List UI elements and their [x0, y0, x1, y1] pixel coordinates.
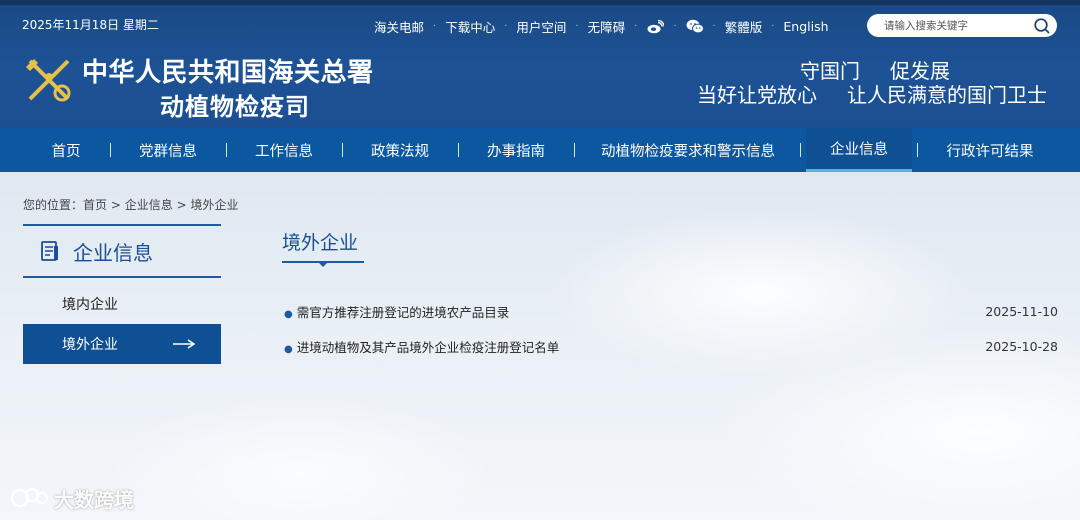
accessibility-link[interactable]: 无障碍: [588, 17, 626, 36]
nav-item-party[interactable]: 党群信息: [130, 128, 206, 172]
weibo-icon[interactable]: [646, 19, 664, 35]
breadcrumb-home[interactable]: 首页: [83, 198, 107, 212]
site-header: 2025年11月18日 星期二 海关电邮 · 下载中心 · 用户空间 · 无障碍…: [0, 0, 1080, 128]
nav-item-guide[interactable]: 办事指南: [478, 128, 554, 172]
breadcrumb-enterprise[interactable]: 企业信息: [125, 198, 173, 212]
nav-item-home[interactable]: 首页: [36, 128, 96, 172]
top-links: 海关电邮 · 下载中心 · 用户空间 · 无障碍 · · · 繁體版 · Eng…: [374, 17, 829, 36]
org-name-line2: 动植物检疫司: [160, 92, 310, 121]
sidebar-item-domestic[interactable]: 境内企业: [23, 284, 221, 324]
org-name-line1: 中华人民共和国海关总署: [82, 58, 374, 88]
search-icon[interactable]: [1033, 17, 1051, 35]
arrow-right-icon: [173, 339, 195, 349]
customs-emblem-icon: [26, 59, 71, 102]
page-title: 境外企业: [282, 232, 359, 254]
search-box: [867, 14, 1057, 37]
sidebar-title: 企业信息: [73, 240, 153, 265]
article-title[interactable]: 进境动植物及其产品境外企业检疫注册登记名单: [297, 340, 560, 355]
article-date: 2025-11-10: [985, 304, 1058, 319]
breadcrumb-overseas[interactable]: 境外企业: [190, 198, 238, 212]
nav-item-enterprise[interactable]: 企业信息: [806, 128, 912, 172]
breadcrumb: 您的位置：首页 > 企业信息 > 境外企业: [23, 198, 239, 212]
nav-item-work[interactable]: 工作信息: [246, 128, 322, 172]
slogan-line2: 当好让党放心 让人民满意的国门卫士: [697, 83, 1047, 107]
customs-email-link[interactable]: 海关电邮: [374, 17, 424, 36]
current-date: 2025年11月18日 星期二: [22, 18, 159, 32]
list-item[interactable]: ● 进境动植物及其产品境外企业检疫注册登记名单 2025-10-28: [284, 329, 1058, 364]
document-icon: [41, 241, 58, 261]
sidebar-item-overseas[interactable]: 境外企业: [23, 324, 221, 364]
search-input[interactable]: [884, 19, 1024, 32]
article-list: ● 需官方推荐注册登记的进境农产品目录 2025-11-10 ● 进境动植物及其产品…: [284, 294, 1058, 364]
sidebar: 企业信息 境内企业 境外企业: [23, 224, 221, 364]
traditional-chinese-link[interactable]: 繁體版: [725, 17, 763, 36]
english-link[interactable]: English: [783, 19, 828, 34]
title-pointer-icon: [318, 262, 328, 267]
download-center-link[interactable]: 下载中心: [445, 17, 495, 36]
content-area: 您的位置：首页 > 企业信息 > 境外企业 企业信息 境内企业 境外企业 境外企…: [0, 172, 1080, 520]
user-space-link[interactable]: 用户空间: [516, 17, 566, 36]
watermark: 大数跨境: [10, 484, 134, 513]
sidebar-header: 企业信息: [23, 224, 221, 278]
watermark-logo-icon: [11, 487, 48, 507]
nav-item-policy[interactable]: 政策法规: [362, 128, 438, 172]
bullet-icon: ●: [284, 309, 293, 320]
article-title[interactable]: 需官方推荐注册登记的进境农产品目录: [297, 305, 510, 320]
nav-item-license[interactable]: 行政许可结果: [936, 128, 1044, 172]
article-date: 2025-10-28: [985, 339, 1058, 354]
main-nav: 首页 党群信息 工作信息 政策法规 办事指南 动植物检疫要求和警示信息 企业信息…: [0, 128, 1080, 172]
list-item[interactable]: ● 需官方推荐注册登记的进境农产品目录 2025-11-10: [284, 294, 1058, 329]
wechat-icon[interactable]: [686, 19, 704, 35]
nav-item-quarantine[interactable]: 动植物检疫要求和警示信息: [594, 128, 782, 172]
bullet-icon: ●: [284, 344, 293, 355]
